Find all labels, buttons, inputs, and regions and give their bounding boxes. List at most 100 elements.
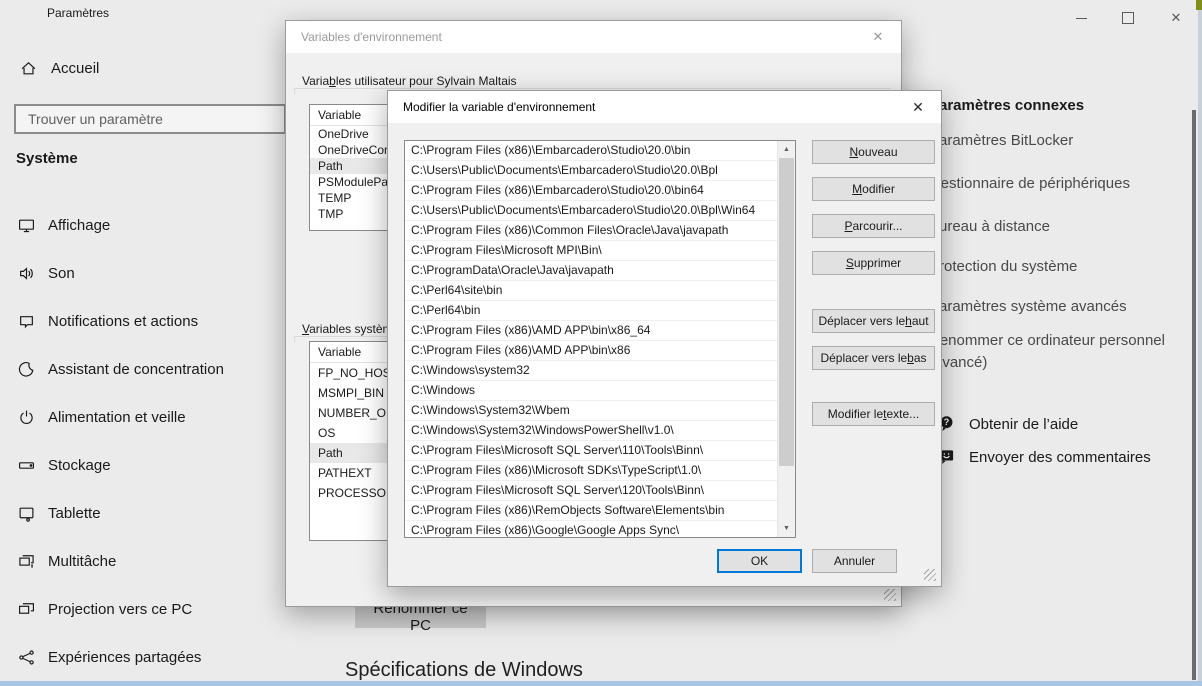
home-label: Accueil xyxy=(51,60,100,77)
dialog-titlebar[interactable]: Modifier la variable d'environnement ✕ xyxy=(388,91,941,123)
user-group-border xyxy=(294,88,891,89)
ok-button[interactable]: OK xyxy=(717,549,802,573)
resize-grip[interactable] xyxy=(884,589,896,601)
cancel-button[interactable]: Annuler xyxy=(812,549,897,573)
sidebar-item-label: Stockage xyxy=(48,456,111,474)
scrollbar-thumb[interactable] xyxy=(779,158,794,466)
sidebar-item[interactable]: Alimentation et veille xyxy=(0,393,280,441)
multitask-icon xyxy=(18,553,35,570)
sidebar-item[interactable]: Expériences partagées xyxy=(0,633,280,681)
tablet-icon xyxy=(18,505,35,522)
screen-edge xyxy=(1198,10,1202,686)
help-link[interactable]: ? Obtenir de l’aide xyxy=(938,415,1078,433)
path-entries-list[interactable]: C:\Program Files (x86)\Embarcadero\Studi… xyxy=(404,140,796,538)
path-row[interactable]: C:\Program Files (x86)\AMD APP\bin\x86 xyxy=(405,341,778,361)
sound-icon xyxy=(18,265,35,282)
sidebar-item-label: Notifications et actions xyxy=(48,312,199,330)
edit-environment-variable-dialog: Modifier la variable d'environnement ✕ C… xyxy=(387,90,942,587)
search-input[interactable] xyxy=(14,104,286,134)
related-link[interactable]: Gestionnaire de périphériques xyxy=(929,173,1181,195)
maximize-button[interactable] xyxy=(1113,8,1143,28)
power-icon xyxy=(18,409,35,426)
path-row[interactable]: C:\Windows\System32\Wbem xyxy=(405,401,778,421)
path-row[interactable]: C:\Windows\system32 xyxy=(405,361,778,381)
user-group-corner xyxy=(294,88,295,94)
scroll-down-icon[interactable]: ▼ xyxy=(778,520,795,537)
path-row[interactable]: C:\Program Files (x86)\Embarcadero\Studi… xyxy=(405,141,778,161)
related-link[interactable]: Paramètres système avancés xyxy=(929,296,1181,318)
sidebar-item-label: Tablette xyxy=(48,504,101,522)
minimize-icon xyxy=(1075,17,1087,19)
maximize-icon xyxy=(1122,12,1134,24)
modifier-button[interactable]: Modifier xyxy=(812,177,935,201)
resize-grip[interactable] xyxy=(924,569,936,581)
screen-edge-green xyxy=(1196,0,1202,10)
parcourir-button[interactable]: Parcourir... xyxy=(812,214,935,238)
sidebar-item-label: Affichage xyxy=(48,216,111,234)
path-row[interactable]: C:\Program Files\Microsoft SQL Server\11… xyxy=(405,441,778,461)
path-row[interactable]: C:\Program Files (x86)\Common Files\Orac… xyxy=(405,221,778,241)
path-row[interactable]: C:\Users\Public\Documents\Embarcadero\St… xyxy=(405,161,778,181)
list-scrollbar[interactable]: ▲ ▼ xyxy=(777,141,795,537)
focus-assist-icon xyxy=(18,361,35,378)
scroll-up-icon[interactable]: ▲ xyxy=(778,141,795,158)
sidebar-item-label: Alimentation et veille xyxy=(48,408,186,426)
help-link-label: Envoyer des commentaires xyxy=(969,449,1151,466)
sidebar-item[interactable]: Multitâche xyxy=(0,537,280,585)
close-icon: ✕ xyxy=(1170,10,1182,25)
sidebar-item[interactable]: Tablette xyxy=(0,489,280,537)
path-row[interactable]: C:\Users\Public\Documents\Embarcadero\St… xyxy=(405,201,778,221)
related-link[interactable]: Paramètres BitLocker xyxy=(929,130,1181,152)
user-variables-label: Variables utilisateur pour Sylvain Malta… xyxy=(299,74,520,88)
sidebar-item[interactable]: Stockage xyxy=(0,441,280,489)
close-button[interactable]: ✕ xyxy=(1161,8,1191,28)
sidebar-item-label: Multitâche xyxy=(48,552,117,570)
path-row[interactable]: C:\Perl64\site\bin xyxy=(405,281,778,301)
shared-experiences-icon xyxy=(18,649,35,666)
dialog-titlebar[interactable]: Variables d'environnement ✕ xyxy=(286,21,901,53)
path-row[interactable]: C:\Program Files\Microsoft SQL Server\12… xyxy=(405,481,778,501)
sidebar-item[interactable]: Projection vers ce PC xyxy=(0,585,280,633)
screen: Paramètres ✕ Accueil Système Affichage So… xyxy=(0,0,1202,686)
close-icon[interactable]: ✕ xyxy=(867,21,889,53)
related-link[interactable]: Renommer ce ordinateur personnel (avancé… xyxy=(929,330,1181,374)
display-icon xyxy=(18,217,35,234)
page-section-title: Système xyxy=(16,150,78,167)
modifier-le-texte-button[interactable]: Modifier le t exte... xyxy=(812,402,935,426)
close-icon[interactable]: ✕ xyxy=(907,91,929,123)
settings-scrollbar[interactable] xyxy=(1192,110,1196,680)
path-row[interactable]: C:\Windows xyxy=(405,381,778,401)
storage-icon xyxy=(18,457,35,474)
sidebar-item[interactable]: Assistant de concentration xyxy=(0,345,280,393)
sidebar-item[interactable]: Affichage xyxy=(0,201,280,249)
path-row[interactable]: C:\Program Files (x86)\Google\Google App… xyxy=(405,521,778,537)
supprimer-button[interactable]: Supprimer xyxy=(812,251,935,275)
path-row[interactable]: C:\Program Files\Microsoft MPI\Bin\ xyxy=(405,241,778,261)
related-link[interactable]: Protection du système xyxy=(929,256,1181,278)
help-link-label: Obtenir de l’aide xyxy=(969,416,1079,433)
path-row[interactable]: C:\Windows\System32\WindowsPowerShell\v1… xyxy=(405,421,778,441)
windows-spec-heading: Spécifications de Windows xyxy=(345,659,583,681)
path-row[interactable]: C:\Program Files (x86)\Embarcadero\Studi… xyxy=(405,181,778,201)
path-row[interactable]: C:\Program Files (x86)\RemObjects Softwa… xyxy=(405,501,778,521)
help-link[interactable]: Envoyer des commentaires xyxy=(938,448,1151,466)
nouveau-button[interactable]: Nouveau xyxy=(812,140,935,164)
sidebar-item[interactable]: Son xyxy=(0,249,280,297)
path-row[interactable]: C:\Program Files (x86)\AMD APP\bin\x86_6… xyxy=(405,321,778,341)
path-row[interactable]: C:\ProgramData\Oracle\Java\javapath xyxy=(405,261,778,281)
d-placer-vers-le-haut-button[interactable]: Déplacer vers le h aut xyxy=(812,309,935,333)
path-row[interactable]: C:\Perl64\bin xyxy=(405,301,778,321)
sidebar-item-home[interactable]: Accueil xyxy=(20,60,99,77)
sidebar-item-label: Expériences partagées xyxy=(48,648,202,666)
project-icon xyxy=(18,601,35,618)
minimize-button[interactable] xyxy=(1066,8,1096,28)
path-row[interactable]: C:\Program Files (x86)\Microsoft SDKs\Ty… xyxy=(405,461,778,481)
related-settings-heading: Paramètres connexes xyxy=(929,97,1085,114)
system-group-corner xyxy=(294,336,295,342)
related-link[interactable]: Bureau à distance xyxy=(929,216,1181,238)
dialog-title: Modifier la variable d'environnement xyxy=(403,100,596,114)
home-icon xyxy=(20,60,37,77)
d-placer-vers-le-bas-button[interactable]: Déplacer vers le b as xyxy=(812,346,935,370)
sidebar-item[interactable]: Notifications et actions xyxy=(0,297,280,345)
svg-text:?: ? xyxy=(944,417,950,427)
